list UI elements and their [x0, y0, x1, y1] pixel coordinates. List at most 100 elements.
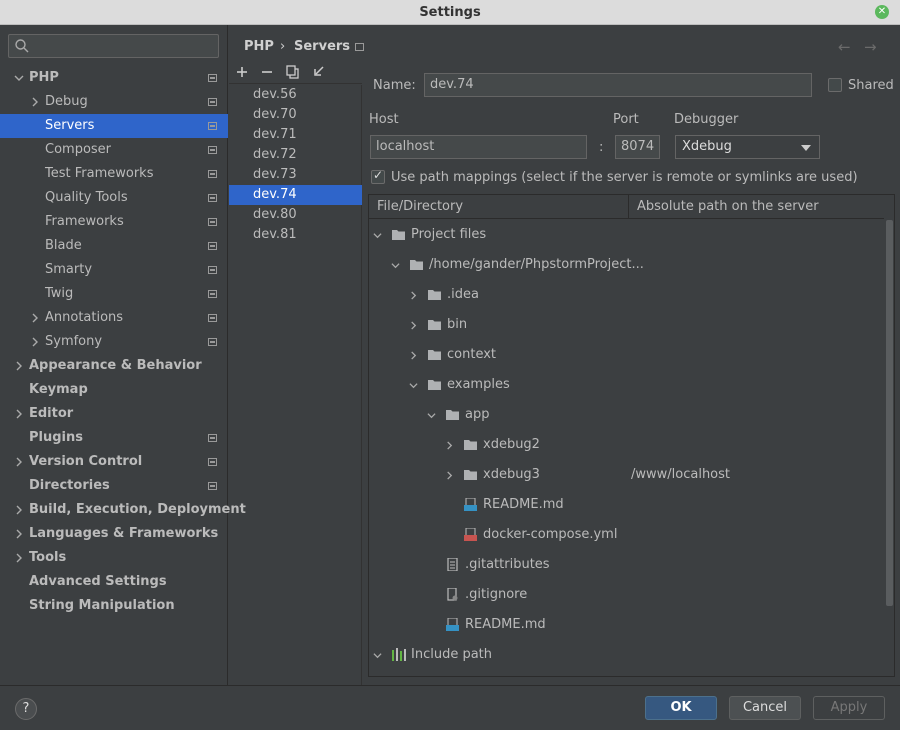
server-item-dev-74[interactable]: dev.74 [229, 185, 362, 205]
sidebar-item-label: PHP [29, 70, 59, 85]
table-row[interactable]: README.md [369, 490, 886, 520]
chevron-right-icon[interactable] [409, 291, 418, 300]
use-path-mappings-checkbox[interactable] [371, 168, 385, 184]
chevron-down-icon[interactable] [14, 73, 24, 83]
chevron-right-icon[interactable] [14, 505, 24, 515]
sidebar-item-quality-tools[interactable]: Quality Tools [0, 186, 228, 210]
chevron-right-icon[interactable] [14, 361, 24, 371]
sidebar-item-editor[interactable]: Editor [0, 402, 228, 426]
chevron-down-icon[interactable] [427, 411, 436, 420]
help-button[interactable]: ? [15, 698, 37, 720]
chevron-right-icon[interactable] [445, 471, 454, 480]
chevron-right-icon[interactable] [409, 351, 418, 360]
sidebar-item-debug[interactable]: Debug [0, 90, 228, 114]
column-header-absolute-path[interactable]: Absolute path on the server [628, 195, 886, 219]
sidebar-item-symfony[interactable]: Symfony [0, 330, 228, 354]
project-level-icon [208, 146, 217, 154]
debugger-select[interactable]: Xdebug [675, 135, 820, 159]
apply-button[interactable]: Apply [813, 696, 885, 720]
back-arrow-icon[interactable]: ← [838, 38, 851, 56]
shared-checkbox[interactable] [828, 78, 842, 92]
chevron-right-icon[interactable] [14, 553, 24, 563]
server-item-dev-81[interactable]: dev.81 [229, 225, 362, 245]
sidebar-item-keymap[interactable]: Keymap [0, 378, 228, 402]
sidebar-item-twig[interactable]: Twig [0, 282, 228, 306]
add-icon[interactable] [233, 63, 251, 81]
scrollbar-thumb[interactable] [886, 220, 893, 606]
column-header-file-directory[interactable]: File/Directory [369, 195, 628, 219]
table-row[interactable]: /home/gander/PhpstormProject... [369, 250, 886, 280]
port-field[interactable]: 8074 [615, 135, 660, 159]
chevron-right-icon[interactable] [409, 321, 418, 330]
sidebar-item-frameworks[interactable]: Frameworks [0, 210, 228, 234]
vertical-scrollbar[interactable] [884, 195, 894, 676]
sidebar-item-annotations[interactable]: Annotations [0, 306, 228, 330]
ok-button[interactable]: OK [645, 696, 717, 720]
table-row[interactable]: context [369, 340, 886, 370]
folder-icon [392, 230, 405, 240]
sidebar-item-appearance-behavior[interactable]: Appearance & Behavior [0, 354, 228, 378]
sidebar-item-blade[interactable]: Blade [0, 234, 228, 258]
path-mappings-table: File/Directory Absolute path on the serv… [368, 194, 895, 677]
sidebar-item-tools[interactable]: Tools [0, 546, 228, 570]
table-row[interactable]: xdebug2 [369, 430, 886, 460]
sidebar-item-directories[interactable]: Directories [0, 474, 228, 498]
table-row[interactable]: Project files [369, 220, 886, 250]
chevron-right-icon[interactable] [445, 441, 454, 450]
table-row[interactable]: .idea [369, 280, 886, 310]
name-field[interactable]: dev.74 [424, 73, 812, 97]
remove-icon[interactable] [258, 63, 276, 81]
server-path[interactable]: /www/localhost [631, 460, 730, 490]
chevron-right-icon[interactable] [14, 409, 24, 419]
forward-arrow-icon[interactable]: → [864, 38, 877, 56]
chevron-right-icon[interactable] [30, 313, 40, 323]
chevron-right-icon[interactable] [14, 457, 24, 467]
sidebar-item-plugins[interactable]: Plugins [0, 426, 228, 450]
breadcrumb-parent[interactable]: PHP [244, 39, 274, 55]
cancel-button[interactable]: Cancel [729, 696, 801, 720]
import-icon[interactable] [310, 63, 328, 81]
server-item-dev-73[interactable]: dev.73 [229, 165, 362, 185]
table-row[interactable]: app [369, 400, 886, 430]
table-row[interactable]: docker-compose.yml [369, 520, 886, 550]
shared-label: Shared [848, 78, 894, 93]
sidebar-item-build-execution-deployment[interactable]: Build, Execution, Deployment [0, 498, 246, 522]
server-item-dev-72[interactable]: dev.72 [229, 145, 362, 165]
sidebar-item-languages-frameworks[interactable]: Languages & Frameworks [0, 522, 228, 546]
table-row[interactable]: xdebug3/www/localhost [369, 460, 886, 490]
host-field[interactable]: localhost [370, 135, 587, 159]
chevron-right-icon[interactable] [30, 337, 40, 347]
table-row[interactable]: .gitignore [369, 580, 886, 610]
sidebar-item-php[interactable]: PHP [0, 66, 228, 90]
chevron-down-icon[interactable] [373, 231, 382, 240]
sidebar-item-composer[interactable]: Composer [0, 138, 228, 162]
project-level-icon [208, 266, 217, 274]
server-item-dev-56[interactable]: dev.56 [229, 85, 362, 105]
server-item-dev-70[interactable]: dev.70 [229, 105, 362, 125]
server-item-dev-71[interactable]: dev.71 [229, 125, 362, 145]
table-row[interactable]: examples [369, 370, 886, 400]
search-input[interactable] [8, 34, 219, 58]
table-row[interactable]: .gitattributes [369, 550, 886, 580]
sidebar-item-advanced-settings[interactable]: Advanced Settings [0, 570, 228, 594]
chevron-right-icon[interactable] [14, 529, 24, 539]
chevron-down-icon[interactable] [391, 261, 400, 270]
sidebar-item-test-frameworks[interactable]: Test Frameworks [0, 162, 228, 186]
chevron-right-icon[interactable] [30, 97, 40, 107]
sidebar-item-string-manipulation[interactable]: String Manipulation [0, 594, 228, 618]
close-icon[interactable]: ✕ [875, 5, 889, 19]
chevron-down-icon[interactable] [409, 381, 418, 390]
table-row[interactable]: bin [369, 310, 886, 340]
table-header: File/Directory Absolute path on the serv… [369, 195, 886, 219]
table-row[interactable]: Include path [369, 640, 886, 670]
chevron-down-icon[interactable] [373, 651, 382, 660]
server-item-dev-80[interactable]: dev.80 [229, 205, 362, 225]
project-level-icon [208, 338, 217, 346]
sidebar-item-smarty[interactable]: Smarty [0, 258, 228, 282]
file-label: README.md [483, 497, 564, 512]
sidebar-item-label: Version Control [29, 454, 143, 469]
sidebar-item-version-control[interactable]: Version Control [0, 450, 228, 474]
table-row[interactable]: README.md [369, 610, 886, 640]
copy-icon[interactable] [284, 63, 302, 81]
sidebar-item-servers[interactable]: Servers [0, 114, 228, 138]
